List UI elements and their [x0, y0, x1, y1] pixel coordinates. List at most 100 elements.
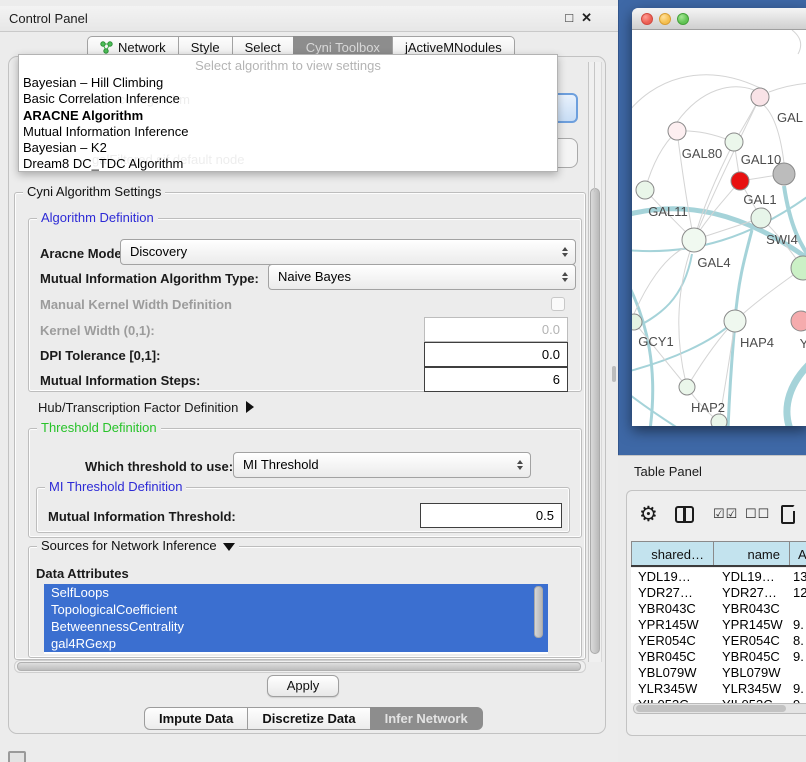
- cell-shared: YER054C: [631, 632, 713, 648]
- zoom-traffic-light[interactable]: [677, 13, 689, 25]
- table-panel: ⚙ ☑☑ ☐☐ shared… name A YDL19…YDL19…13 YD…: [626, 490, 806, 736]
- table-row-partial[interactable]: YIL053CYIL053C9.: [631, 696, 806, 703]
- node-label: GAL1: [743, 192, 776, 207]
- node-gal80[interactable]: [668, 122, 686, 140]
- gear-icon[interactable]: ⚙: [639, 501, 658, 527]
- table-row[interactable]: YBR043CYBR043C: [631, 600, 806, 616]
- file-icon[interactable]: [781, 501, 795, 527]
- cell-value: 13: [789, 568, 806, 584]
- close-traffic-light[interactable]: [641, 13, 653, 25]
- tab-discretize-data[interactable]: Discretize Data: [247, 707, 370, 730]
- mi-steps-field[interactable]: 6: [424, 367, 568, 392]
- tab-infer-network[interactable]: Infer Network: [370, 707, 483, 730]
- table-horizontal-scrollbar-thumb[interactable]: [636, 705, 786, 712]
- algorithm-option[interactable]: Bayesian – Hill Climbing: [19, 75, 557, 91]
- hub-definition-toggle[interactable]: Hub/Transcription Factor Definition: [38, 400, 254, 415]
- edge: [735, 268, 803, 321]
- close-icon[interactable]: ✕: [581, 10, 600, 25]
- edge: [792, 30, 801, 54]
- node-gal1-selected[interactable]: [731, 172, 749, 190]
- checked-pair-icon[interactable]: ☑☑: [713, 501, 738, 527]
- sources-toggle[interactable]: Sources for Network Inference: [37, 538, 239, 553]
- settings-vertical-scrollbar-thumb[interactable]: [590, 188, 600, 654]
- table-panel-title: Table Panel: [634, 464, 702, 479]
- manual-kernel-label: Manual Kernel Width Definition: [40, 297, 232, 312]
- node-hap2[interactable]: [679, 379, 695, 395]
- column-header-clipped[interactable]: A: [789, 542, 806, 565]
- mi-threshold-field[interactable]: 0.5: [420, 503, 562, 528]
- column-header-name[interactable]: name: [713, 542, 789, 565]
- cell-name: YIL053C: [713, 696, 789, 703]
- node-gal-top[interactable]: [751, 88, 769, 106]
- cell-shared: YBL079W: [631, 664, 713, 680]
- cell-value: [789, 664, 806, 680]
- kernel-width-field[interactable]: 0.0: [424, 317, 568, 342]
- node-swi4[interactable]: [751, 208, 771, 228]
- mi-algorithm-type-value: Naive Bayes: [278, 269, 351, 284]
- cell-value: 12: [789, 584, 806, 600]
- node-green-large[interactable]: [791, 256, 806, 280]
- minimize-traffic-light[interactable]: [659, 13, 671, 25]
- tab-label: Network: [118, 40, 166, 55]
- minimized-panel-icon[interactable]: [8, 751, 26, 762]
- algorithm-option[interactable]: Dream8 DC_TDC Algorithm: [19, 156, 557, 172]
- algorithm-option[interactable]: Basic Correlation Inference: [19, 91, 557, 107]
- which-threshold-select[interactable]: MI Threshold: [233, 452, 531, 478]
- data-attributes-label: Data Attributes: [36, 566, 129, 581]
- cell-value: 9.: [789, 648, 806, 664]
- settings-horizontal-scrollbar-thumb[interactable]: [17, 662, 581, 671]
- table-row[interactable]: YBR045CYBR045C9.: [631, 648, 806, 664]
- mi-algorithm-type-select[interactable]: Naive Bayes: [268, 264, 576, 290]
- panel-splitter-handle[interactable]: [612, 366, 616, 382]
- table-row[interactable]: YDR27…YDR27…12: [631, 584, 806, 600]
- dpi-tolerance-field[interactable]: 0.0: [424, 342, 568, 367]
- node-label: GCY1: [638, 334, 673, 349]
- aracne-mode-select[interactable]: Discovery: [120, 239, 576, 265]
- table-row[interactable]: YER054CYER054C8.: [631, 632, 806, 648]
- cell-shared: YPR145W: [631, 616, 713, 632]
- table-row[interactable]: YPR145WYPR145W9.: [631, 616, 806, 632]
- node-partial[interactable]: [711, 414, 727, 426]
- node-gal4[interactable]: [682, 228, 706, 252]
- node-hap4[interactable]: [724, 310, 746, 332]
- aracne-mode-value: Discovery: [130, 244, 187, 259]
- edge: [634, 248, 684, 314]
- mi-steps-label: Mutual Information Steps:: [40, 373, 200, 388]
- tab-label: Style: [191, 40, 220, 55]
- sources-title: Sources for Network Inference: [41, 538, 217, 553]
- table-row[interactable]: YLR345WYLR345W9.: [631, 680, 806, 696]
- cell-value: 8.: [789, 632, 806, 648]
- tab-label: jActiveMNodules: [405, 40, 502, 55]
- network-canvas[interactable]: GAL GAL80 GAL10 GAL11 GAL1 SWI4 GAL4 GCY…: [632, 30, 806, 426]
- algorithm-option[interactable]: Mutual Information Inference: [19, 124, 557, 140]
- which-threshold-value: MI Threshold: [243, 457, 319, 472]
- edge: [769, 83, 806, 92]
- split-columns-icon[interactable]: [675, 501, 694, 527]
- data-attributes-list[interactable]: SelfLoops TopologicalCoefficient Between…: [44, 584, 548, 654]
- node-gal11[interactable]: [636, 181, 654, 199]
- column-header-shared-name[interactable]: shared…: [631, 542, 713, 565]
- unchecked-pair-icon[interactable]: ☐☐: [745, 501, 770, 527]
- attribute-item-selected[interactable]: BetweennessCentrality: [44, 618, 548, 635]
- apply-button[interactable]: Apply: [267, 675, 339, 697]
- node-y-pink[interactable]: [791, 311, 806, 331]
- algorithm-option-selected[interactable]: ARACNE Algorithm: [19, 108, 557, 124]
- tab-impute-data[interactable]: Impute Data: [144, 707, 248, 730]
- node-label: GAL80: [682, 146, 722, 161]
- network-window-titlebar[interactable]: [632, 8, 806, 30]
- attribute-list-scrollbar[interactable]: [534, 586, 543, 638]
- table-horizontal-scrollbar[interactable]: [633, 703, 806, 714]
- cell-value: [789, 600, 806, 616]
- node-gal10[interactable]: [725, 133, 743, 151]
- mi-threshold-label: Mutual Information Threshold:: [48, 509, 236, 524]
- table-row[interactable]: YBL079WYBL079W: [631, 664, 806, 680]
- cell-shared: YDL19…: [631, 568, 713, 584]
- float-window-icon[interactable]: □: [565, 10, 581, 25]
- manual-kernel-checkbox[interactable]: [551, 297, 565, 311]
- attribute-item-selected[interactable]: TopologicalCoefficient: [44, 601, 548, 618]
- table-row[interactable]: YDL19…YDL19…13: [631, 568, 806, 584]
- attribute-item-selected[interactable]: SelfLoops: [44, 584, 548, 601]
- edge: [632, 392, 694, 426]
- algorithm-option[interactable]: Bayesian – K2: [19, 140, 557, 156]
- attribute-item-selected[interactable]: gal4RGexp: [44, 635, 548, 652]
